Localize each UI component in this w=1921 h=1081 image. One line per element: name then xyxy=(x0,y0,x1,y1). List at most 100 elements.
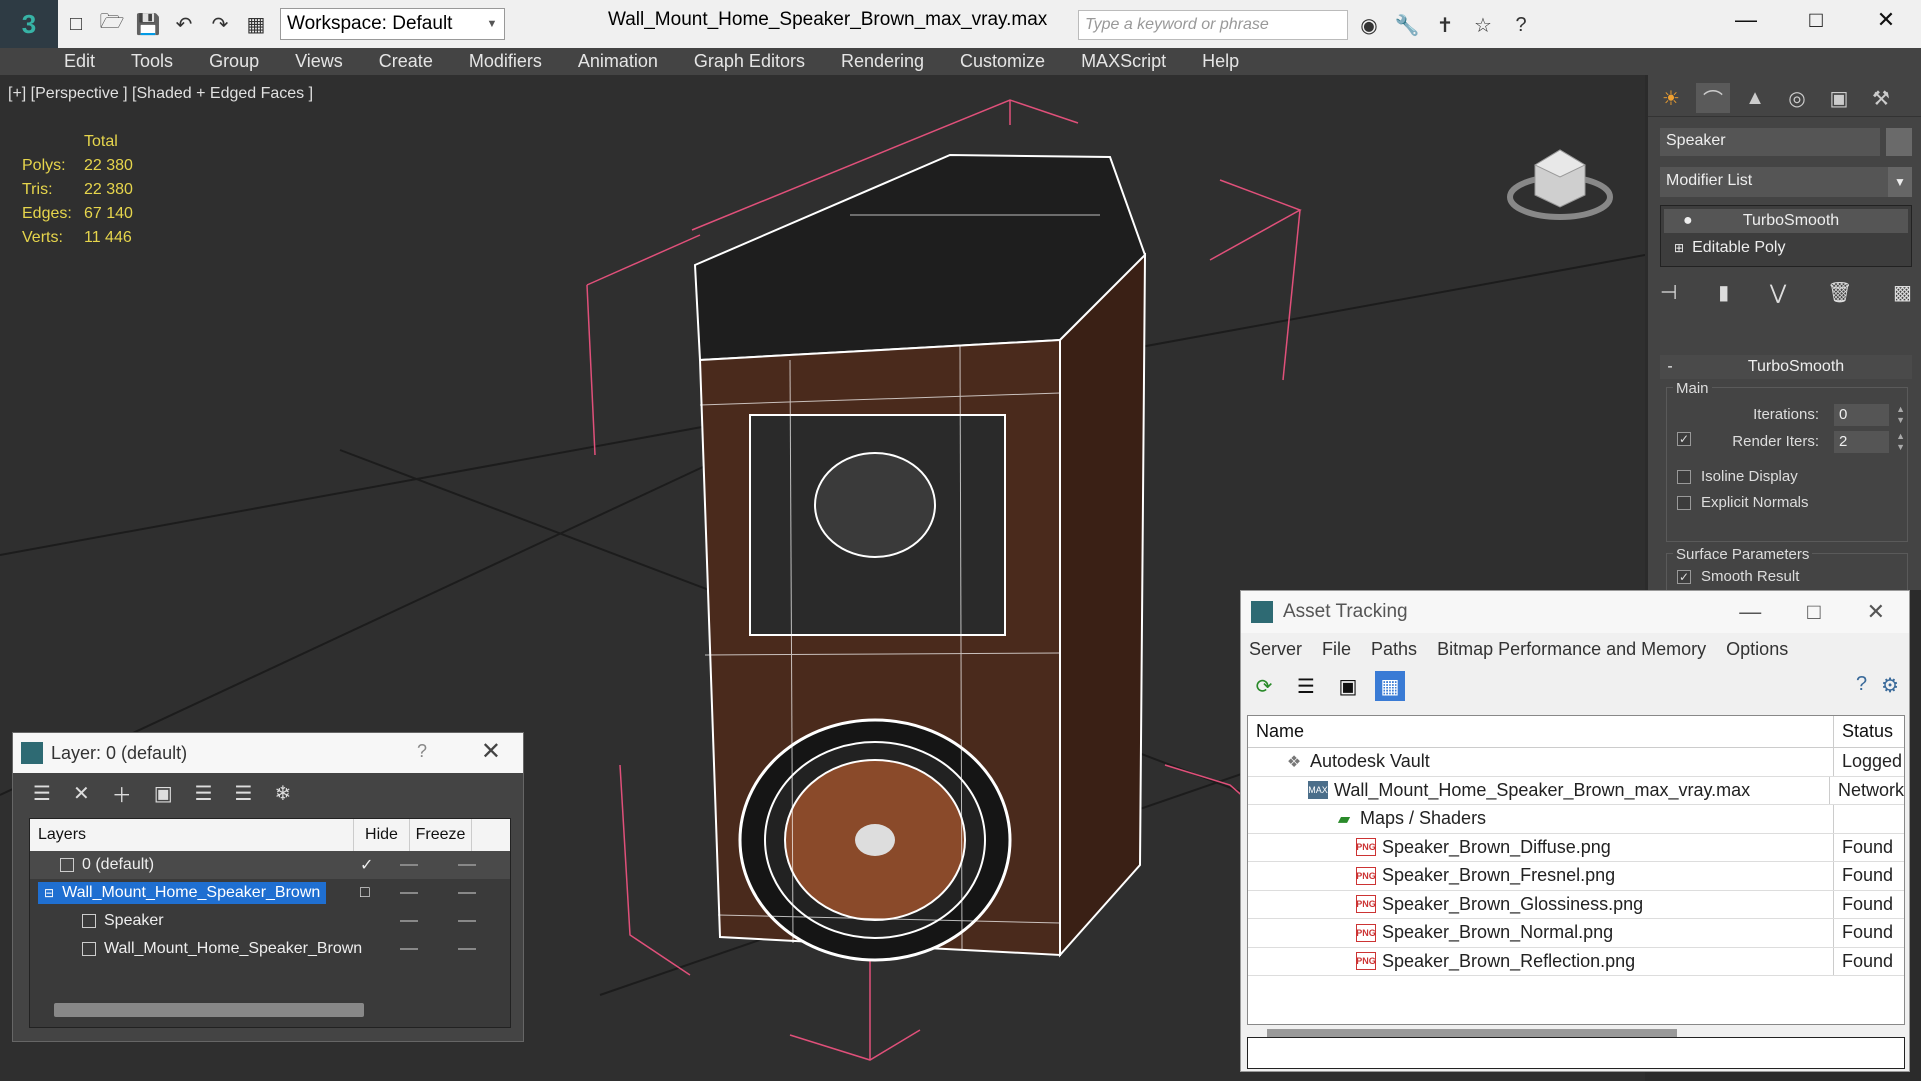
create-tab-icon[interactable]: ☀ xyxy=(1654,83,1688,113)
collapse-icon[interactable]: ⊟ xyxy=(44,886,54,900)
viewport-label[interactable]: [+] [Perspective ] [Shaded + Edged Faces… xyxy=(8,85,313,103)
help-icon[interactable]: ? xyxy=(1856,673,1867,698)
layer-row[interactable]: Speaker xyxy=(30,907,510,935)
stack-item-editable-poly[interactable]: ⊞ Editable Poly xyxy=(1664,236,1908,260)
project-icon[interactable]: ▦ xyxy=(238,6,274,42)
isoline-display-option[interactable]: Isoline Display xyxy=(1677,468,1798,485)
menu-graph-editors[interactable]: Graph Editors xyxy=(694,51,805,72)
active-layer-check-icon[interactable]: ✓ xyxy=(360,855,373,875)
refresh-icon[interactable]: ⟳ xyxy=(1249,671,1279,701)
pin-icon[interactable]: ✝ xyxy=(1428,8,1462,42)
spinner-arrows-icon[interactable]: ▲ ▼ xyxy=(1896,431,1905,453)
explicit-normals-option[interactable]: Explicit Normals xyxy=(1677,494,1809,511)
minimize-icon[interactable]: — xyxy=(1739,599,1761,625)
menu-animation[interactable]: Animation xyxy=(578,51,658,72)
asset-menu-bitmap[interactable]: Bitmap Performance and Memory xyxy=(1437,639,1706,660)
wrench-icon[interactable]: 🔧 xyxy=(1390,8,1424,42)
turbosmooth-rollout-header[interactable]: - TurboSmooth xyxy=(1660,355,1912,379)
hide-toggle[interactable] xyxy=(400,948,418,950)
hide-toggle[interactable] xyxy=(400,892,418,894)
freeze-toggle[interactable] xyxy=(458,864,476,866)
close-icon[interactable]: ✕ xyxy=(1851,0,1921,40)
render-iters-spinner[interactable]: 2 xyxy=(1834,431,1889,453)
column-hide[interactable]: Hide xyxy=(354,819,410,851)
smooth-result-option[interactable]: ✓ Smooth Result xyxy=(1677,568,1799,585)
asset-row[interactable]: ▰ Maps / Shaders xyxy=(1248,805,1904,834)
configure-sets-icon[interactable]: ▩ xyxy=(1893,280,1912,305)
asset-row[interactable]: ❖ Autodesk Vault Logged xyxy=(1248,748,1904,777)
open-file-icon[interactable]: 🗁 xyxy=(94,6,130,42)
thumbnail-view-icon[interactable]: ▣ xyxy=(1333,671,1363,701)
object-color-swatch[interactable] xyxy=(1886,128,1912,156)
hide-toggle[interactable] xyxy=(400,864,418,866)
modifier-list-dropdown[interactable]: Modifier List ▼ xyxy=(1660,167,1912,197)
isoline-checkbox[interactable] xyxy=(1677,469,1691,484)
highlight-layer-icon[interactable]: ☰ xyxy=(195,781,213,806)
asset-menu-file[interactable]: File xyxy=(1322,639,1351,660)
explicit-normals-checkbox[interactable] xyxy=(1677,495,1691,510)
pin-stack-icon[interactable]: ⊣ xyxy=(1660,280,1677,305)
add-to-layer-icon[interactable]: ＋ xyxy=(112,779,132,808)
asset-menu-server[interactable]: Server xyxy=(1249,639,1302,660)
help-icon[interactable]: ? xyxy=(1504,8,1538,42)
asset-menu-paths[interactable]: Paths xyxy=(1371,639,1417,660)
viewcube-icon[interactable] xyxy=(1505,125,1615,225)
spinner-arrows-icon[interactable]: ▲ ▼ xyxy=(1896,404,1905,426)
close-icon[interactable]: ✕ xyxy=(481,737,501,766)
menu-create[interactable]: Create xyxy=(379,51,433,72)
show-end-result-icon[interactable]: ▮ xyxy=(1718,280,1729,305)
asset-path-field[interactable] xyxy=(1247,1037,1905,1069)
expand-icon[interactable]: ⊞ xyxy=(1674,241,1684,255)
make-unique-icon[interactable]: ⋁ xyxy=(1770,280,1786,305)
search-input[interactable]: Type a keyword or phrase xyxy=(1078,10,1348,40)
save-icon[interactable]: 💾 xyxy=(130,6,166,42)
layer-row[interactable]: ⊟ Wall_Mount_Home_Speaker_Brown □ xyxy=(30,879,510,907)
redo-icon[interactable]: ↷ xyxy=(202,6,238,42)
freeze-toggle[interactable] xyxy=(458,920,476,922)
list-view-icon[interactable]: ☰ xyxy=(1291,671,1321,701)
layer-highlight-icon[interactable]: □ xyxy=(360,884,370,902)
modify-tab-icon[interactable]: ⌒ xyxy=(1696,83,1730,113)
star-icon[interactable]: ☆ xyxy=(1466,8,1500,42)
select-objects-icon[interactable]: ▣ xyxy=(154,781,173,806)
undo-icon[interactable]: ↶ xyxy=(166,6,202,42)
stack-item-turbosmooth[interactable]: ● TurboSmooth xyxy=(1664,209,1908,233)
horizontal-scrollbar[interactable] xyxy=(54,1003,364,1017)
lightbulb-icon[interactable]: ● xyxy=(1683,212,1693,230)
menu-customize[interactable]: Customize xyxy=(960,51,1045,72)
create-layer-icon[interactable]: ☰ xyxy=(33,781,51,806)
utilities-tab-icon[interactable]: ⚒ xyxy=(1864,83,1898,113)
display-tab-icon[interactable]: ▣ xyxy=(1822,83,1856,113)
asset-row[interactable]: MAX Wall_Mount_Home_Speaker_Brown_max_vra… xyxy=(1248,776,1904,805)
asset-row[interactable]: PNG Speaker_Brown_Normal.png Found xyxy=(1248,919,1904,948)
iterations-spinner[interactable]: 0 xyxy=(1834,404,1889,426)
object-name-field[interactable]: Speaker xyxy=(1660,128,1880,156)
binoculars-icon[interactable]: ◉ xyxy=(1352,8,1386,42)
menu-tools[interactable]: Tools xyxy=(131,51,173,72)
hide-all-icon[interactable]: ☰ xyxy=(235,781,253,806)
hide-toggle[interactable] xyxy=(400,920,418,922)
new-file-icon[interactable]: □ xyxy=(58,6,94,42)
asset-row[interactable]: PNG Speaker_Brown_Reflection.png Found xyxy=(1248,947,1904,976)
menu-modifiers[interactable]: Modifiers xyxy=(469,51,542,72)
freeze-toggle[interactable] xyxy=(458,892,476,894)
column-status[interactable]: Status xyxy=(1834,721,1893,742)
workspace-dropdown[interactable]: Workspace: Default ▼ xyxy=(280,8,505,40)
asset-dialog-titlebar[interactable]: Asset Tracking — □ ✕ xyxy=(1241,591,1909,633)
settings-help-icon[interactable]: ⚙ xyxy=(1881,673,1899,698)
render-iters-checkbox[interactable]: ✓ xyxy=(1677,432,1691,446)
column-name[interactable]: Name xyxy=(1248,716,1834,747)
maximize-icon[interactable]: □ xyxy=(1807,599,1820,625)
remove-modifier-icon[interactable]: 🗑 xyxy=(1827,280,1852,305)
app-logo-icon[interactable]: 3 xyxy=(0,0,58,48)
asset-menu-options[interactable]: Options xyxy=(1726,639,1788,660)
help-icon[interactable]: ? xyxy=(417,741,427,762)
asset-row[interactable]: PNG Speaker_Brown_Fresnel.png Found xyxy=(1248,862,1904,891)
column-freeze[interactable]: Freeze xyxy=(410,819,472,851)
menu-group[interactable]: Group xyxy=(209,51,259,72)
column-layers[interactable]: Layers xyxy=(30,819,354,851)
motion-tab-icon[interactable]: ◎ xyxy=(1780,83,1814,113)
asset-row[interactable]: PNG Speaker_Brown_Diffuse.png Found xyxy=(1248,833,1904,862)
smooth-result-checkbox[interactable]: ✓ xyxy=(1677,569,1691,584)
menu-help[interactable]: Help xyxy=(1202,51,1239,72)
